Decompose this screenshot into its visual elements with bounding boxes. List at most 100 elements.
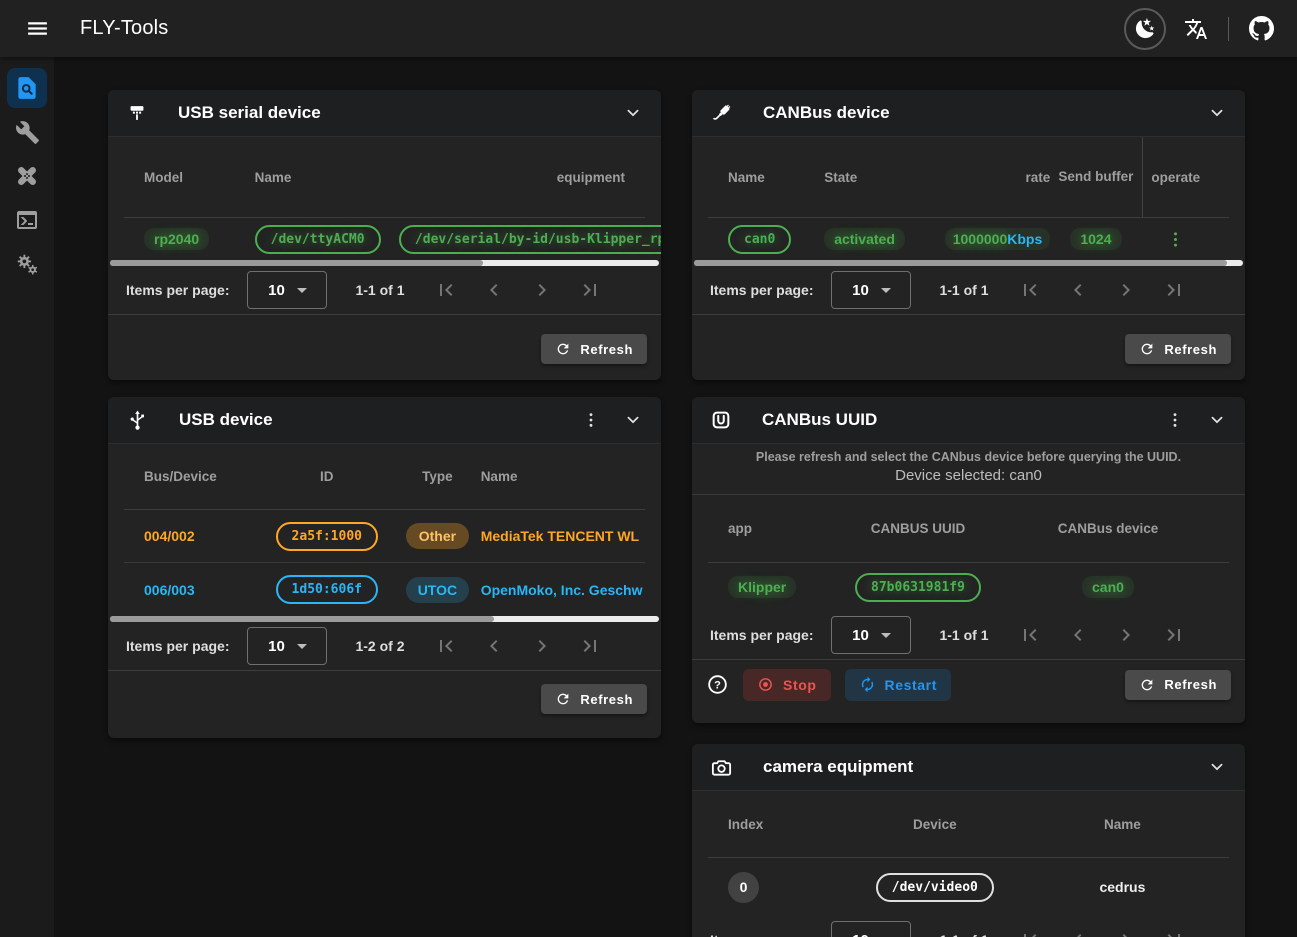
table-row: 0 /dev/video0 cedrus [708,858,1229,916]
card-header: CANBus device [692,90,1245,137]
translate-icon [1184,17,1208,41]
help-circle-icon [706,673,729,696]
github-button[interactable] [1239,7,1283,51]
scrollbar-thumb[interactable] [110,260,483,266]
row-operate-menu-button[interactable] [1165,229,1186,250]
state-value: activated [824,228,905,250]
translate-button[interactable] [1174,7,1218,51]
notice-text: Please refresh and select the CANbus dev… [702,450,1235,464]
page-range-label: 1-1 of 1 [939,932,988,937]
column-header-name: Name [255,170,399,185]
github-icon [1249,16,1274,41]
card-footer: Refresh [692,314,1245,380]
items-per-page-label: Items per page: [710,282,813,298]
alpha-u-box-icon [710,409,732,431]
wrench-icon [15,120,40,145]
topbar: FLY-Tools [0,0,1297,57]
restart-button[interactable]: Restart [845,669,951,701]
page-range-label: 1-1 of 1 [939,627,988,643]
sidebar-item-tools[interactable] [7,112,47,152]
page-range-label: 1-2 of 2 [355,638,404,654]
card-footer: Stop Restart Refresh [692,659,1245,709]
chevron-left-icon [1066,928,1090,937]
app-title: FLY-Tools [80,17,169,40]
card-menu-button[interactable] [1165,410,1185,430]
previous-page-button[interactable] [1059,616,1098,655]
last-page-button[interactable] [571,627,610,666]
next-page-button[interactable] [523,627,562,666]
first-page-button[interactable] [427,627,466,666]
previous-page-button[interactable] [1059,271,1098,310]
table-row: 006/003 1d50:606f UTOC OpenMoko, Inc. Ge… [124,563,645,616]
next-page-button[interactable] [523,271,562,310]
page-range-label: 1-1 of 1 [355,282,404,298]
collapse-button[interactable] [1207,410,1227,430]
horizontal-scrollbar[interactable] [110,616,659,622]
bus-device-value: 004/002 [144,528,195,544]
rate-value: 1000000Kbps [945,228,1051,250]
first-page-button[interactable] [1011,921,1050,937]
items-per-page-select[interactable]: 10 [831,271,911,309]
sidebar-item-device-query[interactable] [7,68,47,108]
last-page-button[interactable] [1155,921,1194,937]
refresh-button[interactable]: Refresh [1125,334,1231,364]
bandage-icon [14,163,40,189]
refresh-button[interactable]: Refresh [541,334,647,364]
help-button[interactable] [706,673,729,696]
card-title: USB device [179,410,273,430]
sidebar-item-terminal[interactable] [7,200,47,240]
chevron-right-icon [1114,928,1138,937]
chevron-down-icon [623,410,643,430]
first-page-button[interactable] [427,271,466,310]
next-page-button[interactable] [1107,921,1146,937]
card-canbus-uuid: CANBus UUID Please refresh and select th… [692,397,1245,723]
scrollbar-thumb[interactable] [694,260,1227,266]
caret-down-icon [881,633,891,638]
card-header: camera equipment [692,744,1245,791]
first-page-button[interactable] [1011,616,1050,655]
moon-stars-icon [1134,17,1157,40]
first-page-button[interactable] [1011,271,1050,310]
items-per-page-label: Items per page: [126,282,229,298]
device-name-value: OpenMoko, Inc. Geschw [481,582,643,598]
items-per-page-select[interactable]: 10 [247,627,327,665]
collapse-button[interactable] [1207,757,1227,777]
dots-vertical-icon [581,410,601,430]
previous-page-button[interactable] [1059,921,1098,937]
previous-page-button[interactable] [475,627,514,666]
collapse-button[interactable] [1207,103,1227,123]
type-chip: UTOC [406,577,469,603]
last-page-button[interactable] [1155,271,1194,310]
scrollbar-thumb[interactable] [110,616,494,622]
pagination-bar: Items per page: 10 1-1 of 1 [692,916,1245,937]
horizontal-scrollbar[interactable] [694,260,1243,266]
collapse-button[interactable] [623,103,643,123]
collapse-button[interactable] [623,410,643,430]
previous-page-button[interactable] [475,271,514,310]
serial-port-icon [126,102,148,124]
refresh-button[interactable]: Refresh [1125,670,1231,700]
chevron-right-icon [530,634,554,658]
stop-button[interactable]: Stop [743,669,831,701]
notice-block: Please refresh and select the CANbus dev… [692,444,1245,495]
next-page-button[interactable] [1107,616,1146,655]
menu-button[interactable] [16,8,58,50]
refresh-button[interactable]: Refresh [541,684,647,714]
last-page-icon [1162,928,1186,937]
items-per-page-select[interactable]: 10 [247,271,327,309]
pagination-bar: Items per page: 10 1-2 of 2 [108,622,661,670]
card-menu-button[interactable] [581,410,601,430]
items-per-page-select[interactable]: 10 [831,616,911,654]
last-page-button[interactable] [1155,616,1194,655]
table-header-row: Index Device Name [708,791,1229,858]
sidebar-item-patch[interactable] [7,156,47,196]
type-chip: Other [406,523,469,549]
theme-toggle-button[interactable] [1124,8,1166,50]
next-page-button[interactable] [1107,271,1146,310]
last-page-button[interactable] [571,271,610,310]
column-header-app: app [728,521,829,536]
sidebar-item-services[interactable] [7,244,47,284]
file-search-icon [14,75,40,101]
horizontal-scrollbar[interactable] [110,260,659,266]
items-per-page-select[interactable]: 10 [831,921,911,937]
